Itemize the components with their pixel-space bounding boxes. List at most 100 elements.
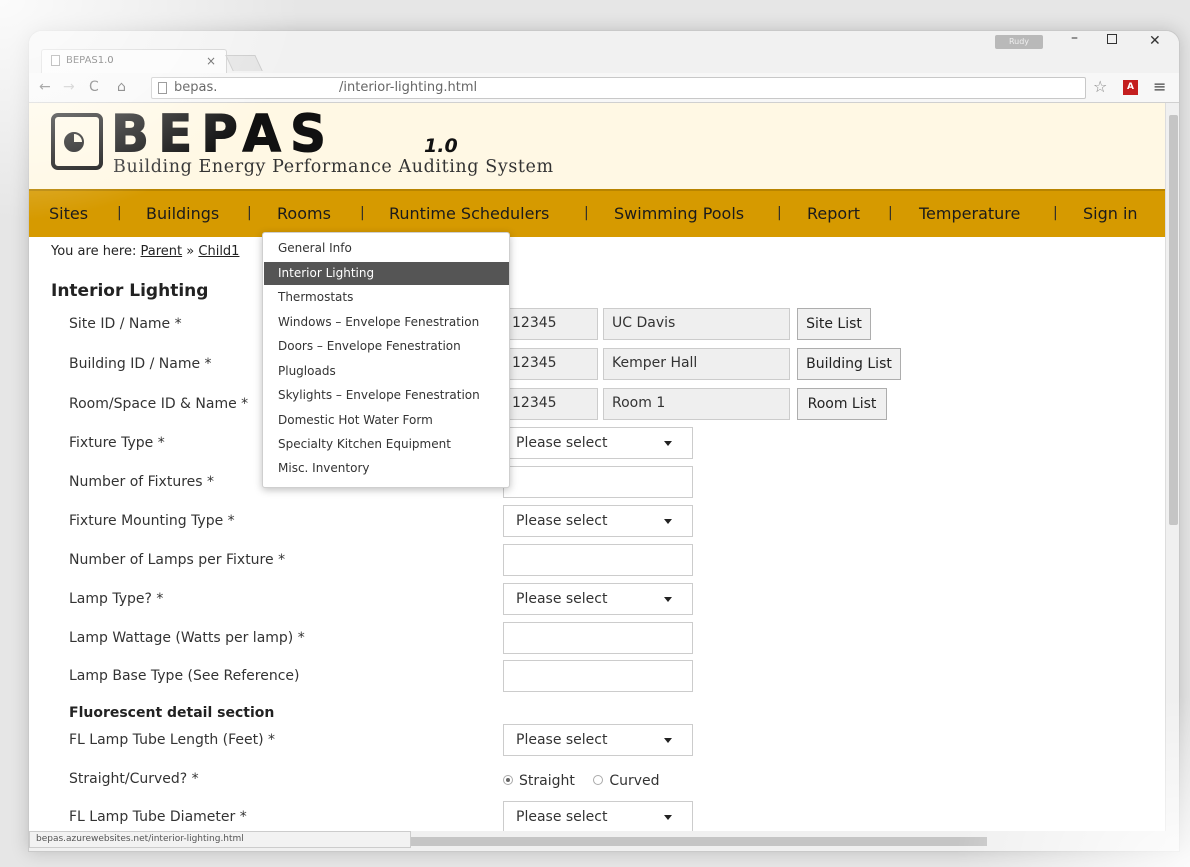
main-nav: Sites | Buildings | Rooms | Runtime Sche… xyxy=(29,189,1165,237)
curved-option[interactable]: Curved xyxy=(593,773,660,789)
url-host: bepas. xyxy=(174,80,218,95)
browser-tab[interactable]: BEPAS1.0 × xyxy=(41,49,227,73)
nav-separator: | xyxy=(1053,205,1058,221)
straight-curved-radio-group: Straight Curved xyxy=(503,773,660,789)
menu-item-skylights[interactable]: Skylights – Envelope Fenestration xyxy=(264,384,509,407)
close-window-icon[interactable]: ✕ xyxy=(1149,33,1161,49)
lamps-per-fixture-label: Number of Lamps per Fixture * xyxy=(69,552,286,568)
lamp-base-input[interactable] xyxy=(503,660,693,692)
menu-item-specialty-kitchen[interactable]: Specialty Kitchen Equipment xyxy=(264,433,509,456)
building-id-field: 12345 xyxy=(503,348,598,380)
lamp-wattage-input[interactable] xyxy=(503,622,693,654)
rooms-dropdown-menu: General Info Interior Lighting Thermosta… xyxy=(262,232,510,488)
caret-down-icon xyxy=(664,815,672,820)
address-bar[interactable]: bepas. /interior-lighting.html xyxy=(151,77,1086,99)
radio-unselected-icon xyxy=(593,775,604,785)
menu-item-misc-inventory[interactable]: Misc. Inventory xyxy=(264,457,509,480)
menu-item-general-info[interactable]: General Info xyxy=(264,237,509,260)
site-banner: BEPAS 1.0 Building Energy Performance Au… xyxy=(29,103,1165,189)
menu-item-domestic-hot-water[interactable]: Domestic Hot Water Form xyxy=(264,409,509,432)
room-id-field: 12345 xyxy=(503,388,598,420)
pdf-extension-icon[interactable]: A xyxy=(1123,80,1138,95)
caret-down-icon xyxy=(664,519,672,524)
nav-separator: | xyxy=(777,205,782,221)
lamp-base-label: Lamp Base Type (See Reference) xyxy=(69,668,300,684)
back-icon[interactable]: ← xyxy=(39,79,51,95)
straight-option[interactable]: Straight xyxy=(503,773,575,789)
page-title: Interior Lighting xyxy=(51,281,209,301)
fluorescent-section-heading: Fluorescent detail section xyxy=(69,705,275,721)
nav-sign-in[interactable]: Sign in xyxy=(1083,204,1138,223)
building-label: Building ID / Name * xyxy=(69,356,212,372)
nav-separator: | xyxy=(584,205,589,221)
nav-sites[interactable]: Sites xyxy=(49,204,88,223)
breadcrumb: You are here: Parent » Child1 xyxy=(51,244,239,259)
page-icon xyxy=(158,82,167,94)
site-subtitle: Building Energy Performance Auditing Sys… xyxy=(113,157,554,177)
scrollbar-thumb[interactable] xyxy=(1169,115,1178,525)
caret-down-icon xyxy=(664,738,672,743)
mounting-type-label: Fixture Mounting Type * xyxy=(69,513,235,529)
nav-buildings[interactable]: Buildings xyxy=(146,204,219,223)
reload-icon[interactable]: C xyxy=(89,79,99,95)
nav-temperature[interactable]: Temperature xyxy=(919,204,1020,223)
caret-down-icon xyxy=(664,441,672,446)
nav-separator: | xyxy=(247,205,252,221)
site-list-button[interactable]: Site List xyxy=(797,308,871,340)
fixture-type-select[interactable]: Please select xyxy=(503,427,693,459)
profile-badge[interactable]: Rudy xyxy=(995,35,1043,49)
nav-separator: | xyxy=(117,205,122,221)
menu-item-doors[interactable]: Doors – Envelope Fenestration xyxy=(264,335,509,358)
straight-curved-label: Straight/Curved? * xyxy=(69,771,199,787)
home-icon[interactable]: ⌂ xyxy=(117,79,126,95)
nav-swimming-pools[interactable]: Swimming Pools xyxy=(614,204,744,223)
menu-item-thermostats[interactable]: Thermostats xyxy=(264,286,509,309)
browser-window: BEPAS1.0 × Rudy – ✕ ← → C ⌂ bepas. /inte… xyxy=(28,30,1180,852)
nav-separator: | xyxy=(888,205,893,221)
tube-length-label: FL Lamp Tube Length (Feet) * xyxy=(69,732,276,748)
maximize-icon[interactable] xyxy=(1107,34,1117,44)
lamps-per-fixture-input[interactable] xyxy=(503,544,693,576)
caret-down-icon xyxy=(664,597,672,602)
minimize-icon[interactable]: – xyxy=(1071,31,1078,46)
logo-version: 1.0 xyxy=(424,135,458,157)
nav-runtime-schedulers[interactable]: Runtime Schedulers xyxy=(389,204,549,223)
breadcrumb-separator: » xyxy=(186,244,195,259)
breadcrumb-parent-link[interactable]: Parent xyxy=(141,244,183,259)
room-name-field: Room 1 xyxy=(603,388,790,420)
new-tab-button[interactable] xyxy=(225,55,263,71)
logo-icon xyxy=(51,113,103,170)
tube-diameter-label: FL Lamp Tube Diameter * xyxy=(69,809,247,825)
lamp-type-select[interactable]: Please select xyxy=(503,583,693,615)
logo-text: BEPAS xyxy=(110,104,336,165)
nav-separator: | xyxy=(360,205,365,221)
room-list-button[interactable]: Room List xyxy=(797,388,887,420)
vertical-scrollbar[interactable] xyxy=(1165,103,1179,831)
menu-item-interior-lighting[interactable]: Interior Lighting xyxy=(264,262,509,285)
num-fixtures-label: Number of Fixtures * xyxy=(69,474,215,490)
radio-selected-icon xyxy=(503,775,513,785)
breadcrumb-child-link[interactable]: Child1 xyxy=(198,244,239,259)
forward-icon[interactable]: → xyxy=(63,79,75,95)
browser-toolbar: ← → C ⌂ bepas. /interior-lighting.html ☆… xyxy=(29,73,1179,103)
building-name-field: Kemper Hall xyxy=(603,348,790,380)
site-name-field: UC Davis xyxy=(603,308,790,340)
browser-menu-icon[interactable]: ≡ xyxy=(1153,77,1166,96)
nav-report[interactable]: Report xyxy=(807,204,860,223)
bookmark-star-icon[interactable]: ☆ xyxy=(1093,77,1107,96)
lamp-wattage-label: Lamp Wattage (Watts per lamp) * xyxy=(69,630,305,646)
lamp-type-label: Lamp Type? * xyxy=(69,591,164,607)
menu-item-plugloads[interactable]: Plugloads xyxy=(264,360,509,383)
tab-close-icon[interactable]: × xyxy=(206,54,216,68)
site-id-field: 12345 xyxy=(503,308,598,340)
tube-diameter-select[interactable]: Please select xyxy=(503,801,693,831)
scrollbar-thumb[interactable] xyxy=(411,837,987,846)
mounting-type-select[interactable]: Please select xyxy=(503,505,693,537)
menu-item-windows[interactable]: Windows – Envelope Fenestration xyxy=(264,311,509,334)
num-fixtures-input[interactable] xyxy=(503,466,693,498)
tab-strip: BEPAS1.0 × Rudy – ✕ xyxy=(29,31,1179,73)
building-list-button[interactable]: Building List xyxy=(797,348,901,380)
nav-rooms[interactable]: Rooms xyxy=(277,204,331,223)
tab-title: BEPAS1.0 xyxy=(66,55,114,66)
tube-length-select[interactable]: Please select xyxy=(503,724,693,756)
